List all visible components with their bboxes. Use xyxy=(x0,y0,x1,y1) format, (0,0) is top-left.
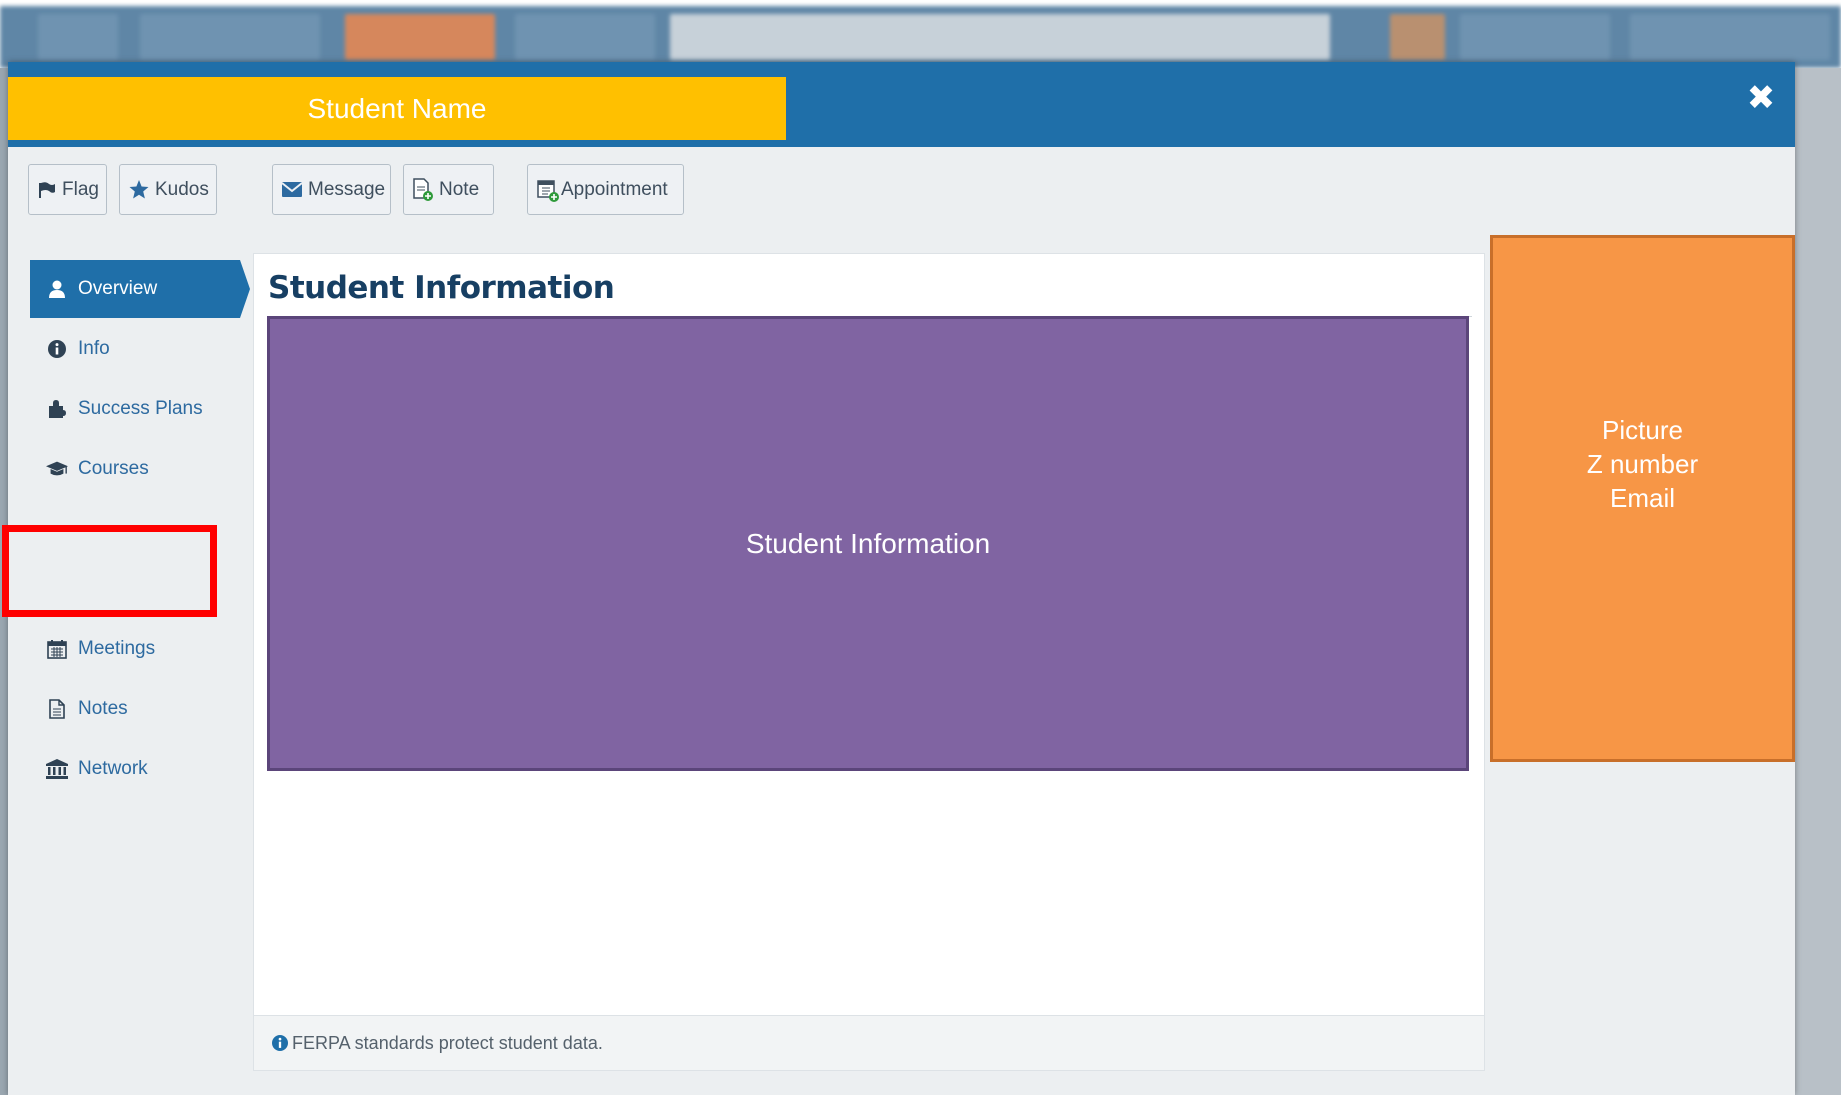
envelope-icon xyxy=(282,182,302,197)
note-add-icon xyxy=(413,177,433,202)
main-panel: Student Information Student Information … xyxy=(253,253,1485,1071)
sidebar-item-overview[interactable]: Overview xyxy=(30,260,250,318)
page-title: Student Information xyxy=(268,270,615,306)
appointment-label: Appointment xyxy=(561,178,668,200)
picture-label: Picture xyxy=(1602,414,1683,445)
user-icon xyxy=(46,280,68,298)
background-right-edge xyxy=(1795,68,1841,1095)
appointment-button[interactable]: Appointment xyxy=(527,164,684,215)
z-number-label: Z number xyxy=(1586,448,1699,479)
close-icon[interactable]: ✖ xyxy=(1741,78,1781,118)
ferpa-notice: FERPA standards protect student data. xyxy=(292,1032,603,1053)
sidebar-item-courses[interactable]: Courses xyxy=(30,440,240,498)
background-left-edge xyxy=(0,68,8,1095)
sidebar-item-network[interactable]: Network xyxy=(30,740,240,798)
info-circle-icon xyxy=(46,340,68,358)
note-label: Note xyxy=(439,178,480,200)
sidebar-item-label: Meetings xyxy=(78,638,156,659)
sidebar-item-success-plans[interactable]: Success Plans xyxy=(30,380,240,438)
sidebar-item-label: Network xyxy=(78,758,148,779)
sidebar-item-label: Notes xyxy=(78,698,128,719)
flag-button[interactable]: Flag xyxy=(28,164,107,215)
flag-label: Flag xyxy=(62,178,99,200)
sidebar-item-label: Success Plans xyxy=(78,398,203,419)
calendar-add-icon xyxy=(537,178,559,202)
student-information-placeholder: Student Information xyxy=(267,316,1469,771)
background-app-navbar xyxy=(0,6,1841,68)
email-label: Email xyxy=(1609,482,1675,513)
profile-placeholder: Picture Z number Email xyxy=(1490,235,1795,762)
modal-header: Student Name ✖ xyxy=(8,62,1795,147)
institution-icon xyxy=(46,759,68,779)
sidebar-item-notes[interactable]: Notes xyxy=(30,680,240,738)
star-icon xyxy=(129,180,149,199)
kudos-button[interactable]: Kudos xyxy=(119,164,217,215)
puzzle-icon xyxy=(46,399,68,419)
sidebar-item-label: Info xyxy=(78,338,110,359)
note-button[interactable]: Note xyxy=(403,164,494,215)
info-circle-icon xyxy=(272,1035,288,1051)
document-icon xyxy=(46,699,68,719)
panel-footer: FERPA standards protect student data. xyxy=(254,1015,1484,1070)
sidebar-item-meetings[interactable]: Meetings xyxy=(30,620,240,678)
graduation-cap-icon xyxy=(46,460,68,478)
message-button[interactable]: Message xyxy=(272,164,391,215)
sidebar-item-label: Overview xyxy=(78,278,158,299)
sidebar-item-label: Courses xyxy=(78,458,149,479)
kudos-label: Kudos xyxy=(155,178,209,200)
calendar-icon xyxy=(46,639,68,659)
flag-icon xyxy=(38,181,56,198)
message-label: Message xyxy=(308,178,386,200)
student-name-banner: Student Name xyxy=(8,77,786,140)
sidebar-item-info[interactable]: Info xyxy=(30,320,240,378)
